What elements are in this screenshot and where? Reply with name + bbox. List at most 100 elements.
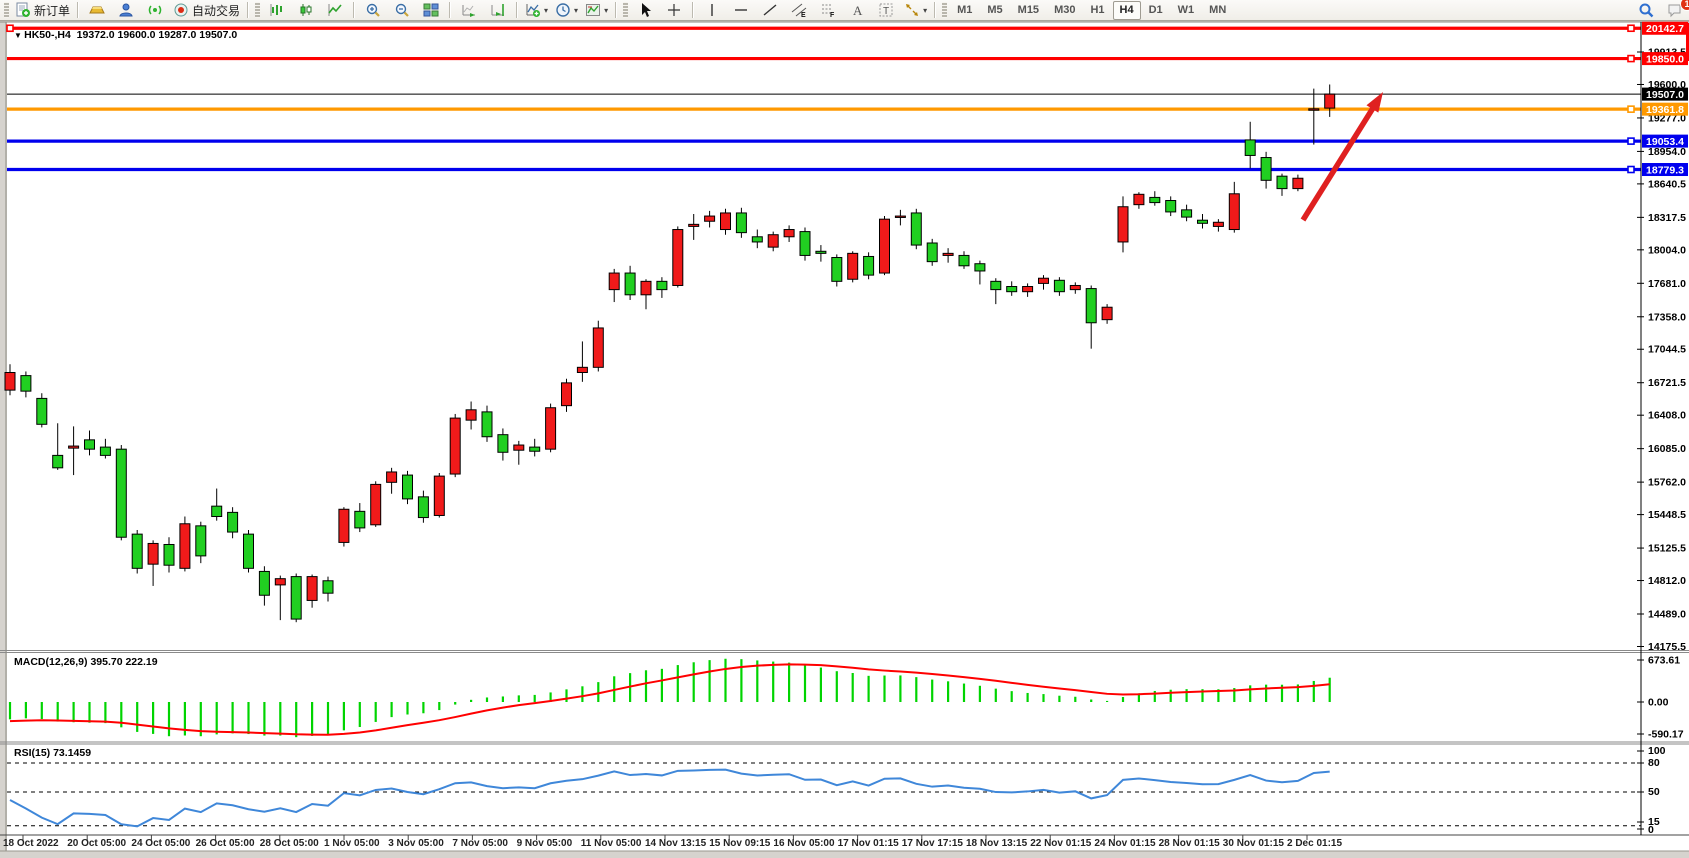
candle-chart-button[interactable]: [292, 0, 320, 21]
rsi-tick-label: 0: [1648, 824, 1654, 836]
toolbar-drag-handle[interactable]: [623, 2, 628, 18]
gold-deposit-button[interactable]: [83, 0, 111, 21]
price-tick-label: 14812.0: [1648, 575, 1686, 587]
toolbar-separator: [692, 2, 694, 18]
timeframe-H4[interactable]: H4: [1113, 1, 1141, 20]
price-tick-label: 15125.5: [1648, 543, 1686, 555]
line-chart-icon: [327, 2, 343, 18]
new-order-button[interactable]: 新订单: [12, 0, 73, 21]
candle: [880, 216, 890, 275]
equidistant-channel-button[interactable]: E: [785, 0, 813, 21]
templates-button[interactable]: ▾: [582, 0, 611, 21]
fibonacci-button[interactable]: F: [814, 0, 842, 21]
rsi-indicator-label: RSI(15) 73.1459: [14, 747, 91, 759]
candle: [434, 473, 444, 518]
community-button[interactable]: [112, 0, 140, 21]
hline-icon: [733, 2, 749, 18]
timeframe-MN[interactable]: MN: [1202, 1, 1233, 20]
time-tick-label: 2 Dec 01:15: [1287, 838, 1342, 849]
autotrading-label: 自动交易: [192, 2, 240, 19]
tile-windows-icon: [423, 2, 439, 18]
svg-text:T: T: [883, 6, 889, 17]
rsi-tick-label: 50: [1648, 786, 1660, 798]
profiles-button[interactable]: ▾: [552, 0, 581, 21]
chart-canvas[interactable]: 19913.519600.019277.018954.018640.518317…: [0, 0, 1689, 858]
chart-background[interactable]: [7, 22, 1689, 851]
signals-button[interactable]: [141, 0, 169, 21]
toolbar-separator: [615, 2, 617, 18]
time-tick-label: 9 Nov 05:00: [517, 838, 573, 849]
zoom-out-button[interactable]: [388, 0, 416, 21]
auto-scroll-button[interactable]: [455, 0, 483, 21]
bar-chart-button[interactable]: [263, 0, 291, 21]
text-label-button[interactable]: T: [872, 0, 900, 21]
toolbar-drag-handle[interactable]: [4, 2, 9, 18]
toolbar-drag-handle[interactable]: [255, 2, 260, 18]
timeframe-M30[interactable]: M30: [1047, 1, 1082, 20]
time-tick-label: 28 Nov 01:15: [1159, 838, 1221, 849]
chat-button[interactable]: 1: [1661, 0, 1689, 21]
template-icon: [585, 2, 601, 18]
time-tick-label: 17 Nov 17:15: [902, 838, 964, 849]
candle: [180, 517, 190, 572]
new-chart-button[interactable]: ▾: [522, 0, 551, 21]
candle: [403, 471, 413, 504]
tile-windows-button[interactable]: [417, 0, 445, 21]
horizontal-line-button[interactable]: [727, 0, 755, 21]
price-tick-label: 17358.0: [1648, 311, 1686, 323]
svg-text:19053.4: 19053.4: [1646, 136, 1684, 148]
candle: [848, 251, 858, 282]
timeframe-D1[interactable]: D1: [1142, 1, 1170, 20]
cursor-button[interactable]: [631, 0, 659, 21]
toolbar-drag-handle[interactable]: [942, 2, 947, 18]
zoom-out-icon: [394, 2, 410, 18]
vertical-line-button[interactable]: [698, 0, 726, 21]
svg-text:E: E: [801, 12, 806, 18]
new-order-icon: [15, 2, 31, 18]
candle: [832, 254, 842, 286]
candle: [244, 530, 254, 572]
price-tick-label: 15448.5: [1648, 509, 1686, 521]
timeframe-M15[interactable]: M15: [1011, 1, 1046, 20]
line-handle[interactable]: [1628, 138, 1634, 144]
macd-tick-label: -590.17: [1648, 729, 1684, 741]
search-button[interactable]: [1632, 0, 1660, 21]
candle: [291, 573, 301, 622]
line-handle[interactable]: [1628, 56, 1634, 62]
candle: [450, 414, 460, 477]
symbol-dropdown-icon[interactable]: ▼: [14, 31, 24, 40]
svg-text:19507.0: 19507.0: [1646, 89, 1684, 101]
arrows-button[interactable]: ▾: [901, 0, 930, 21]
channel-icon: E: [791, 2, 807, 18]
price-tick-label: 17681.0: [1648, 278, 1686, 290]
price-label-19850.0: 19850.0: [1642, 52, 1688, 65]
line-handle[interactable]: [1628, 167, 1634, 173]
time-tick-label: 14 Nov 13:15: [645, 838, 707, 849]
macd-tick-label: 673.61: [1648, 655, 1680, 667]
text-button[interactable]: A: [843, 0, 871, 21]
gold-ingot-icon: [89, 2, 105, 18]
svg-text:19850.0: 19850.0: [1646, 53, 1684, 65]
line-chart-button[interactable]: [321, 0, 349, 21]
time-tick-label: 3 Nov 05:00: [388, 838, 444, 849]
clock-icon: [555, 2, 571, 18]
trendline-button[interactable]: [756, 0, 784, 21]
timeframe-M1[interactable]: M1: [950, 1, 979, 20]
chart-shift-button[interactable]: [484, 0, 512, 21]
timeframe-W1[interactable]: W1: [1171, 1, 1202, 20]
crosshair-button[interactable]: [660, 0, 688, 21]
timeframe-M5[interactable]: M5: [980, 1, 1009, 20]
cursor-icon: [637, 2, 653, 18]
candle: [37, 393, 47, 427]
timeframe-H1[interactable]: H1: [1083, 1, 1111, 20]
vline-icon: [704, 2, 720, 18]
line-handle[interactable]: [1628, 25, 1634, 31]
time-tick-label: 17 Nov 01:15: [838, 838, 900, 849]
line-handle[interactable]: [7, 25, 13, 31]
zoom-in-button[interactable]: [359, 0, 387, 21]
toolbar: 新订单自动交易▾▾▾EFAT▾M1M5M15M30H1H4D1W1MN1: [0, 0, 1689, 21]
line-handle[interactable]: [1628, 106, 1634, 112]
new-chart-icon: [525, 2, 541, 18]
autotrading-button[interactable]: 自动交易: [170, 0, 243, 21]
fibonacci-icon: F: [820, 2, 836, 18]
